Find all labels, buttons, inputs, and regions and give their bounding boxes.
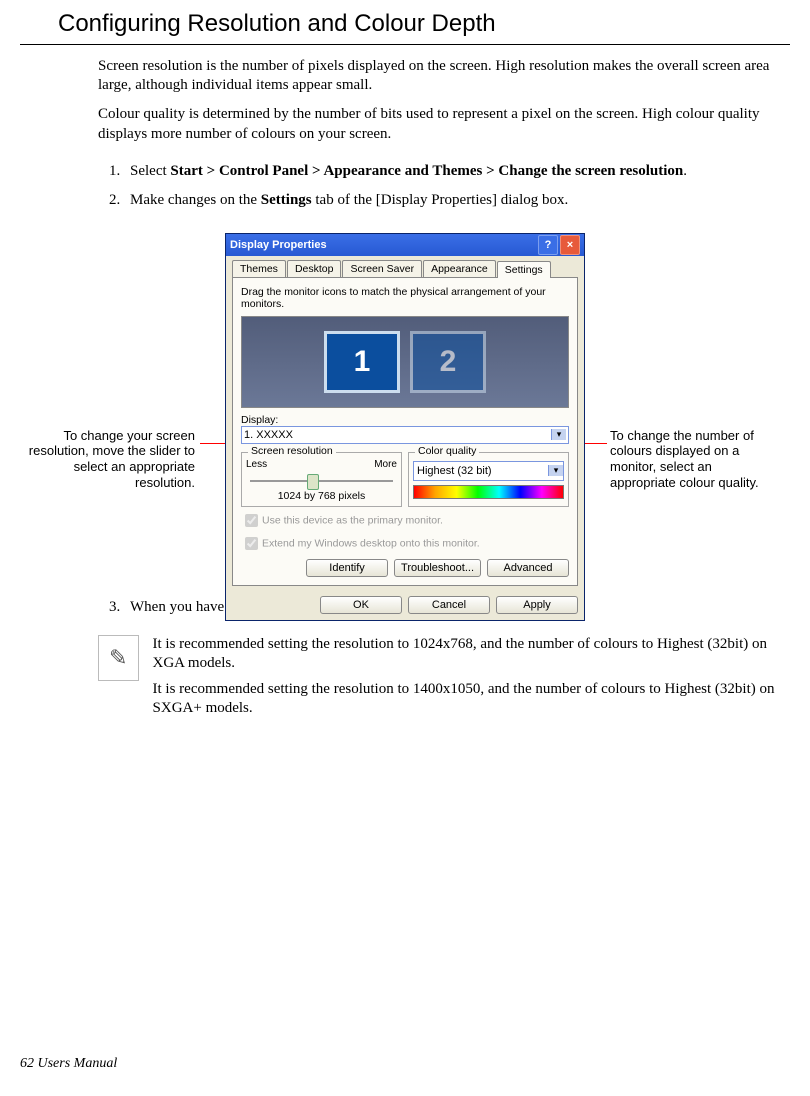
tab-themes[interactable]: Themes <box>232 260 286 277</box>
primary-monitor-checkbox: Use this device as the primary monitor. <box>241 511 569 530</box>
display-properties-dialog: Display Properties ? × Themes Desktop Sc… <box>225 233 585 621</box>
resolution-slider[interactable] <box>250 474 393 488</box>
display-label: Display: <box>241 414 569 426</box>
note-icon: ✎ <box>98 635 139 681</box>
apply-button[interactable]: Apply <box>496 596 578 614</box>
color-spectrum <box>413 485 564 499</box>
monitor-arrangement[interactable]: 1 2 <box>241 316 569 408</box>
screen-resolution-group: Screen resolution Less More 1024 by 768 … <box>241 452 402 507</box>
dialog-content: Drag the monitor icons to match the phys… <box>232 277 578 586</box>
monitor-2-icon[interactable]: 2 <box>410 331 486 393</box>
callout-right: To change the number of colours displaye… <box>610 428 780 490</box>
color-quality-legend: Color quality <box>415 445 479 457</box>
step-2: Make changes on the Settings tab of the … <box>124 191 788 211</box>
dialog-instruction: Drag the monitor icons to match the phys… <box>241 286 569 310</box>
tab-appearance[interactable]: Appearance <box>423 260 496 277</box>
checkbox-icon <box>245 514 258 527</box>
note: ✎ It is recommended setting the resoluti… <box>98 635 788 724</box>
ok-button[interactable]: OK <box>320 596 402 614</box>
tab-screensaver[interactable]: Screen Saver <box>342 260 422 277</box>
screen-resolution-legend: Screen resolution <box>248 445 336 457</box>
dialog-title: Display Properties <box>230 239 327 251</box>
color-quality-group: Color quality Highest (32 bit) ▾ <box>408 452 569 507</box>
checkbox-icon <box>245 537 258 550</box>
chevron-down-icon: ▾ <box>551 429 566 440</box>
intro-paragraph-1: Screen resolution is the number of pixel… <box>98 57 788 95</box>
page-footer: 62 Users Manual <box>20 1056 117 1072</box>
display-select[interactable]: 1. XXXXX ▾ <box>241 426 569 444</box>
tab-settings[interactable]: Settings <box>497 261 551 278</box>
intro-paragraph-2: Colour quality is determined by the numb… <box>98 105 788 143</box>
page-title: Configuring Resolution and Colour Depth <box>58 10 810 38</box>
dialog-titlebar[interactable]: Display Properties ? × <box>226 234 584 256</box>
tab-desktop[interactable]: Desktop <box>287 260 342 277</box>
extend-desktop-checkbox: Extend my Windows desktop onto this moni… <box>241 534 569 553</box>
resolution-value: 1024 by 768 pixels <box>246 490 397 502</box>
steps-list: Select Start > Control Panel > Appearanc… <box>98 162 788 211</box>
title-rule <box>20 44 790 45</box>
step-1: Select Start > Control Panel > Appearanc… <box>124 162 788 182</box>
help-button[interactable]: ? <box>538 235 558 255</box>
dialog-tabs: Themes Desktop Screen Saver Appearance S… <box>226 256 584 277</box>
troubleshoot-button[interactable]: Troubleshoot... <box>394 559 481 577</box>
figure: To change your screen resolution, move t… <box>0 233 810 573</box>
note-text: It is recommended setting the resolution… <box>153 635 788 724</box>
cancel-button[interactable]: Cancel <box>408 596 490 614</box>
monitor-1-icon[interactable]: 1 <box>324 331 400 393</box>
advanced-button[interactable]: Advanced <box>487 559 569 577</box>
color-quality-select[interactable]: Highest (32 bit) ▾ <box>413 461 564 481</box>
close-button[interactable]: × <box>560 235 580 255</box>
callout-left: To change your screen resolution, move t… <box>25 428 195 490</box>
slider-thumb[interactable] <box>307 474 319 490</box>
chevron-down-icon: ▾ <box>548 465 563 476</box>
identify-button[interactable]: Identify <box>306 559 388 577</box>
